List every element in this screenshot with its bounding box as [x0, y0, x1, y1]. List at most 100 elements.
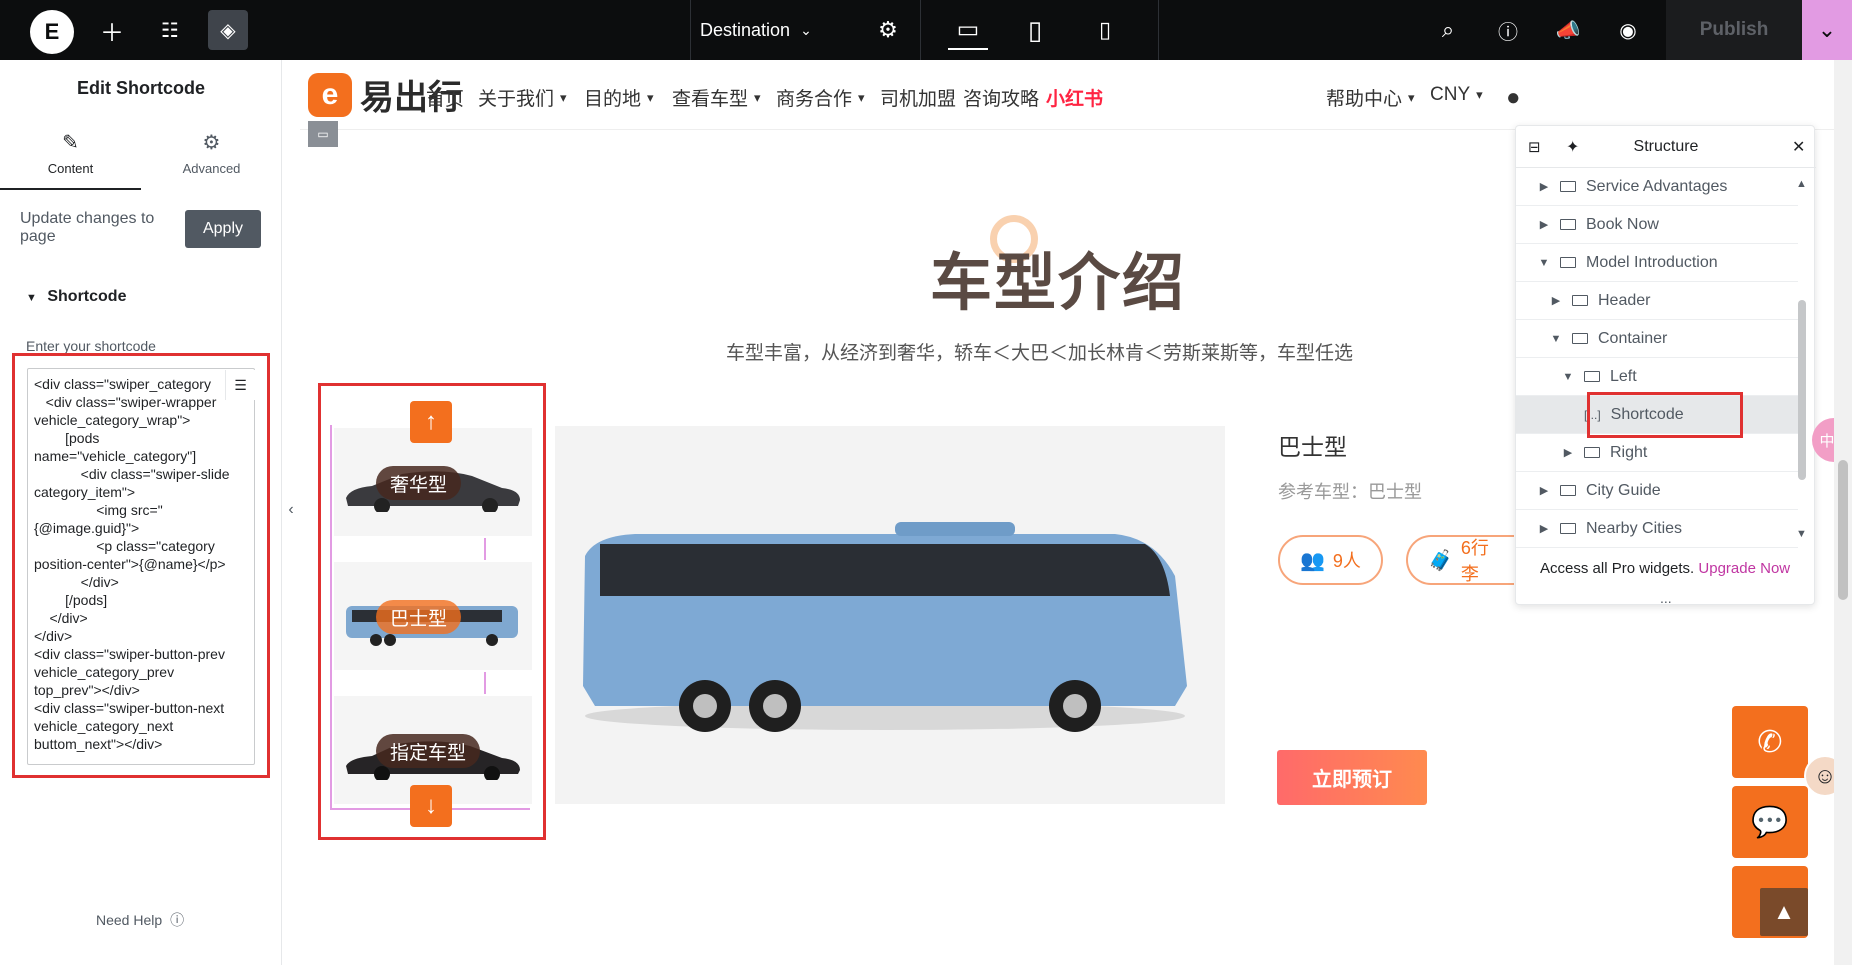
- dynamic-tags-database-icon[interactable]: ☰: [225, 370, 255, 400]
- user-account-icon[interactable]: ●: [1506, 84, 1521, 112]
- section-subtitle: 车型丰富，从经济到奢华，轿车＜大巴＜加长林肯＜劳斯莱斯等，车型任选: [726, 343, 1354, 364]
- structure-item-label: Model Introduction: [1586, 253, 1718, 271]
- caret-right-icon[interactable]: ▶: [1536, 218, 1552, 231]
- container-icon: [1560, 485, 1576, 496]
- nav-item-business[interactable]: 商务合作 ▾: [776, 84, 865, 111]
- publish-button[interactable]: Publish: [1666, 0, 1802, 60]
- structure-item-service-advantages[interactable]: ▶ Service Advantages: [1516, 168, 1798, 206]
- structure-item-city-guide[interactable]: ▶ City Guide: [1516, 472, 1798, 510]
- structure-item-label: Right: [1610, 443, 1648, 461]
- container-icon: [1572, 333, 1588, 344]
- panel-title: Edit Shortcode: [76, 78, 205, 98]
- help-center-dropdown[interactable]: 帮助中心 ▾: [1326, 84, 1415, 111]
- structure-item-book-now[interactable]: ▶ Book Now: [1516, 206, 1798, 244]
- nav-item-about[interactable]: 关于我们 ▾: [478, 84, 567, 111]
- elementor-logo-button[interactable]: E: [30, 10, 74, 54]
- caret-right-icon[interactable]: ▶: [1548, 294, 1564, 307]
- caret-down-icon[interactable]: ▼: [1536, 257, 1552, 269]
- publish-options-chevron-icon[interactable]: ⌄: [1802, 0, 1852, 60]
- help-icon[interactable]: ⓘ: [1488, 10, 1528, 50]
- structure-layers-icon[interactable]: ◈: [208, 10, 248, 50]
- structure-item-container[interactable]: ▼ Container: [1516, 320, 1798, 358]
- container-icon: [1584, 447, 1600, 458]
- pencil-icon: ✎: [62, 132, 79, 154]
- bus-illustration: [583, 522, 1187, 732]
- phone-call-icon[interactable]: ✆: [1732, 706, 1808, 778]
- close-icon[interactable]: ✕: [1792, 137, 1805, 157]
- currency-dropdown[interactable]: CNY ▾: [1430, 84, 1483, 106]
- structure-scroll-down-icon[interactable]: ▼: [1796, 528, 1807, 540]
- page-name-label: Destination: [700, 19, 791, 40]
- shortcode-section-label: Shortcode: [47, 288, 127, 305]
- book-now-button[interactable]: 立即预订: [1277, 750, 1427, 805]
- structure-item-label: Nearby Cities: [1586, 519, 1683, 537]
- structure-item-label: Book Now: [1586, 215, 1659, 233]
- vehicle-main-image: [555, 426, 1225, 804]
- caret-right-icon[interactable]: ▶: [1536, 522, 1552, 535]
- nav-item-xiaohongshu[interactable]: 小红书: [1046, 84, 1103, 111]
- capacity-luggage-label: 6行李: [1460, 538, 1489, 584]
- divider: [1158, 0, 1159, 60]
- site-header: e 易出行 首页 关于我们 ▾ 目的地 ▾ 查看车型 ▾ 商务合作 ▾ 司机加盟 咨询攻…: [300, 60, 1834, 130]
- resize-handle-dots-icon[interactable]: ...: [1660, 590, 1672, 606]
- shortcode-textarea[interactable]: <div class="swiper_category <div class="…: [27, 368, 255, 765]
- page-scrollbar-thumb[interactable]: [1838, 460, 1848, 600]
- container-icon: [1560, 257, 1576, 268]
- nav-label: 首页: [426, 89, 465, 110]
- add-element-icon[interactable]: ＋: [92, 10, 132, 50]
- shortcode-section-toggle[interactable]: ▼ Shortcode: [26, 288, 126, 306]
- model-reference: 参考车型：巴士型: [1278, 482, 1422, 502]
- structure-item-label: Header: [1598, 291, 1651, 309]
- capacity-people-pill: 👥 9人: [1278, 535, 1383, 585]
- container-icon: [1572, 295, 1588, 306]
- chat-bubble-icon[interactable]: 💬: [1732, 786, 1808, 858]
- caret-right-icon[interactable]: ▶: [1536, 180, 1552, 193]
- preview-eye-icon[interactable]: ◉: [1608, 10, 1648, 50]
- structure-header: ⊟ ✦ Structure ✕: [1516, 126, 1816, 168]
- structure-scrollbar[interactable]: [1798, 300, 1806, 480]
- apply-button[interactable]: Apply: [185, 210, 261, 248]
- caret-right-icon[interactable]: ▶: [1536, 484, 1552, 497]
- people-icon: 👥: [1300, 549, 1325, 572]
- structure-scroll-up-icon[interactable]: ▲: [1796, 178, 1807, 190]
- tablet-view-icon[interactable]: ▯: [1015, 10, 1055, 50]
- container-handle-icon[interactable]: ▭: [308, 121, 338, 147]
- tab-advanced-label: Advanced: [182, 161, 241, 176]
- structure-item-model-introduction[interactable]: ▼ Model Introduction: [1516, 244, 1798, 282]
- page-settings-gear-icon[interactable]: ⚙: [868, 10, 908, 50]
- structure-item-header[interactable]: ▶ Header: [1516, 282, 1798, 320]
- highlight-box-shortcode-item: [1587, 392, 1743, 438]
- nav-item-guide[interactable]: 咨询攻略: [963, 84, 1039, 111]
- editor-top-bar: E ＋ ☷ ◈ Destination ⌄ ⚙ ▭ ▯ ▯ ⌕ ⓘ 📣 ◉ Pu…: [0, 0, 1852, 60]
- structure-navigator-panel: ⊟ ✦ Structure ✕ ▶ Service Advantages ▶ Boo…: [1515, 125, 1816, 605]
- need-help-label: Need Help: [96, 912, 163, 928]
- structure-item-left[interactable]: ▼ Left: [1516, 358, 1798, 396]
- structure-item-right[interactable]: ▶ Right: [1516, 434, 1798, 472]
- upgrade-now-link[interactable]: Upgrade Now: [1698, 560, 1790, 577]
- tab-content[interactable]: ✎ Content: [0, 130, 141, 190]
- nav-item-destination[interactable]: 目的地 ▾: [584, 84, 654, 111]
- nav-item-vehicles[interactable]: 查看车型 ▾: [672, 84, 761, 111]
- notifications-megaphone-icon[interactable]: 📣: [1548, 10, 1588, 50]
- brand-mark: e: [308, 72, 352, 117]
- nav-label: 目的地: [584, 89, 642, 110]
- need-help-link[interactable]: Need Help ⓘ: [96, 910, 184, 930]
- chevron-down-icon: ▾: [858, 89, 865, 105]
- nav-label: 小红书: [1046, 89, 1104, 110]
- nav-item-home[interactable]: 首页: [426, 84, 464, 111]
- page-name-dropdown[interactable]: Destination ⌄: [700, 14, 812, 46]
- scroll-to-top-icon[interactable]: ▲: [1760, 888, 1808, 936]
- caret-down-icon[interactable]: ▼: [1560, 371, 1576, 383]
- site-settings-icon[interactable]: ☷: [150, 10, 190, 50]
- caret-right-icon[interactable]: ▶: [1560, 446, 1576, 459]
- tab-advanced[interactable]: ⚙ Advanced: [141, 130, 282, 176]
- mobile-view-icon[interactable]: ▯: [1085, 10, 1125, 50]
- desktop-view-icon[interactable]: ▭: [948, 10, 988, 50]
- search-icon[interactable]: ⌕: [1428, 10, 1468, 50]
- nav-item-driver[interactable]: 司机加盟: [880, 84, 956, 111]
- structure-item-nearby-cities[interactable]: ▶ Nearby Cities: [1516, 510, 1798, 548]
- collapse-panel-chevron-icon[interactable]: ‹: [282, 495, 300, 525]
- caret-down-icon[interactable]: ▼: [1548, 333, 1564, 345]
- structure-item-label: Container: [1598, 329, 1668, 347]
- tab-content-label: Content: [47, 161, 94, 176]
